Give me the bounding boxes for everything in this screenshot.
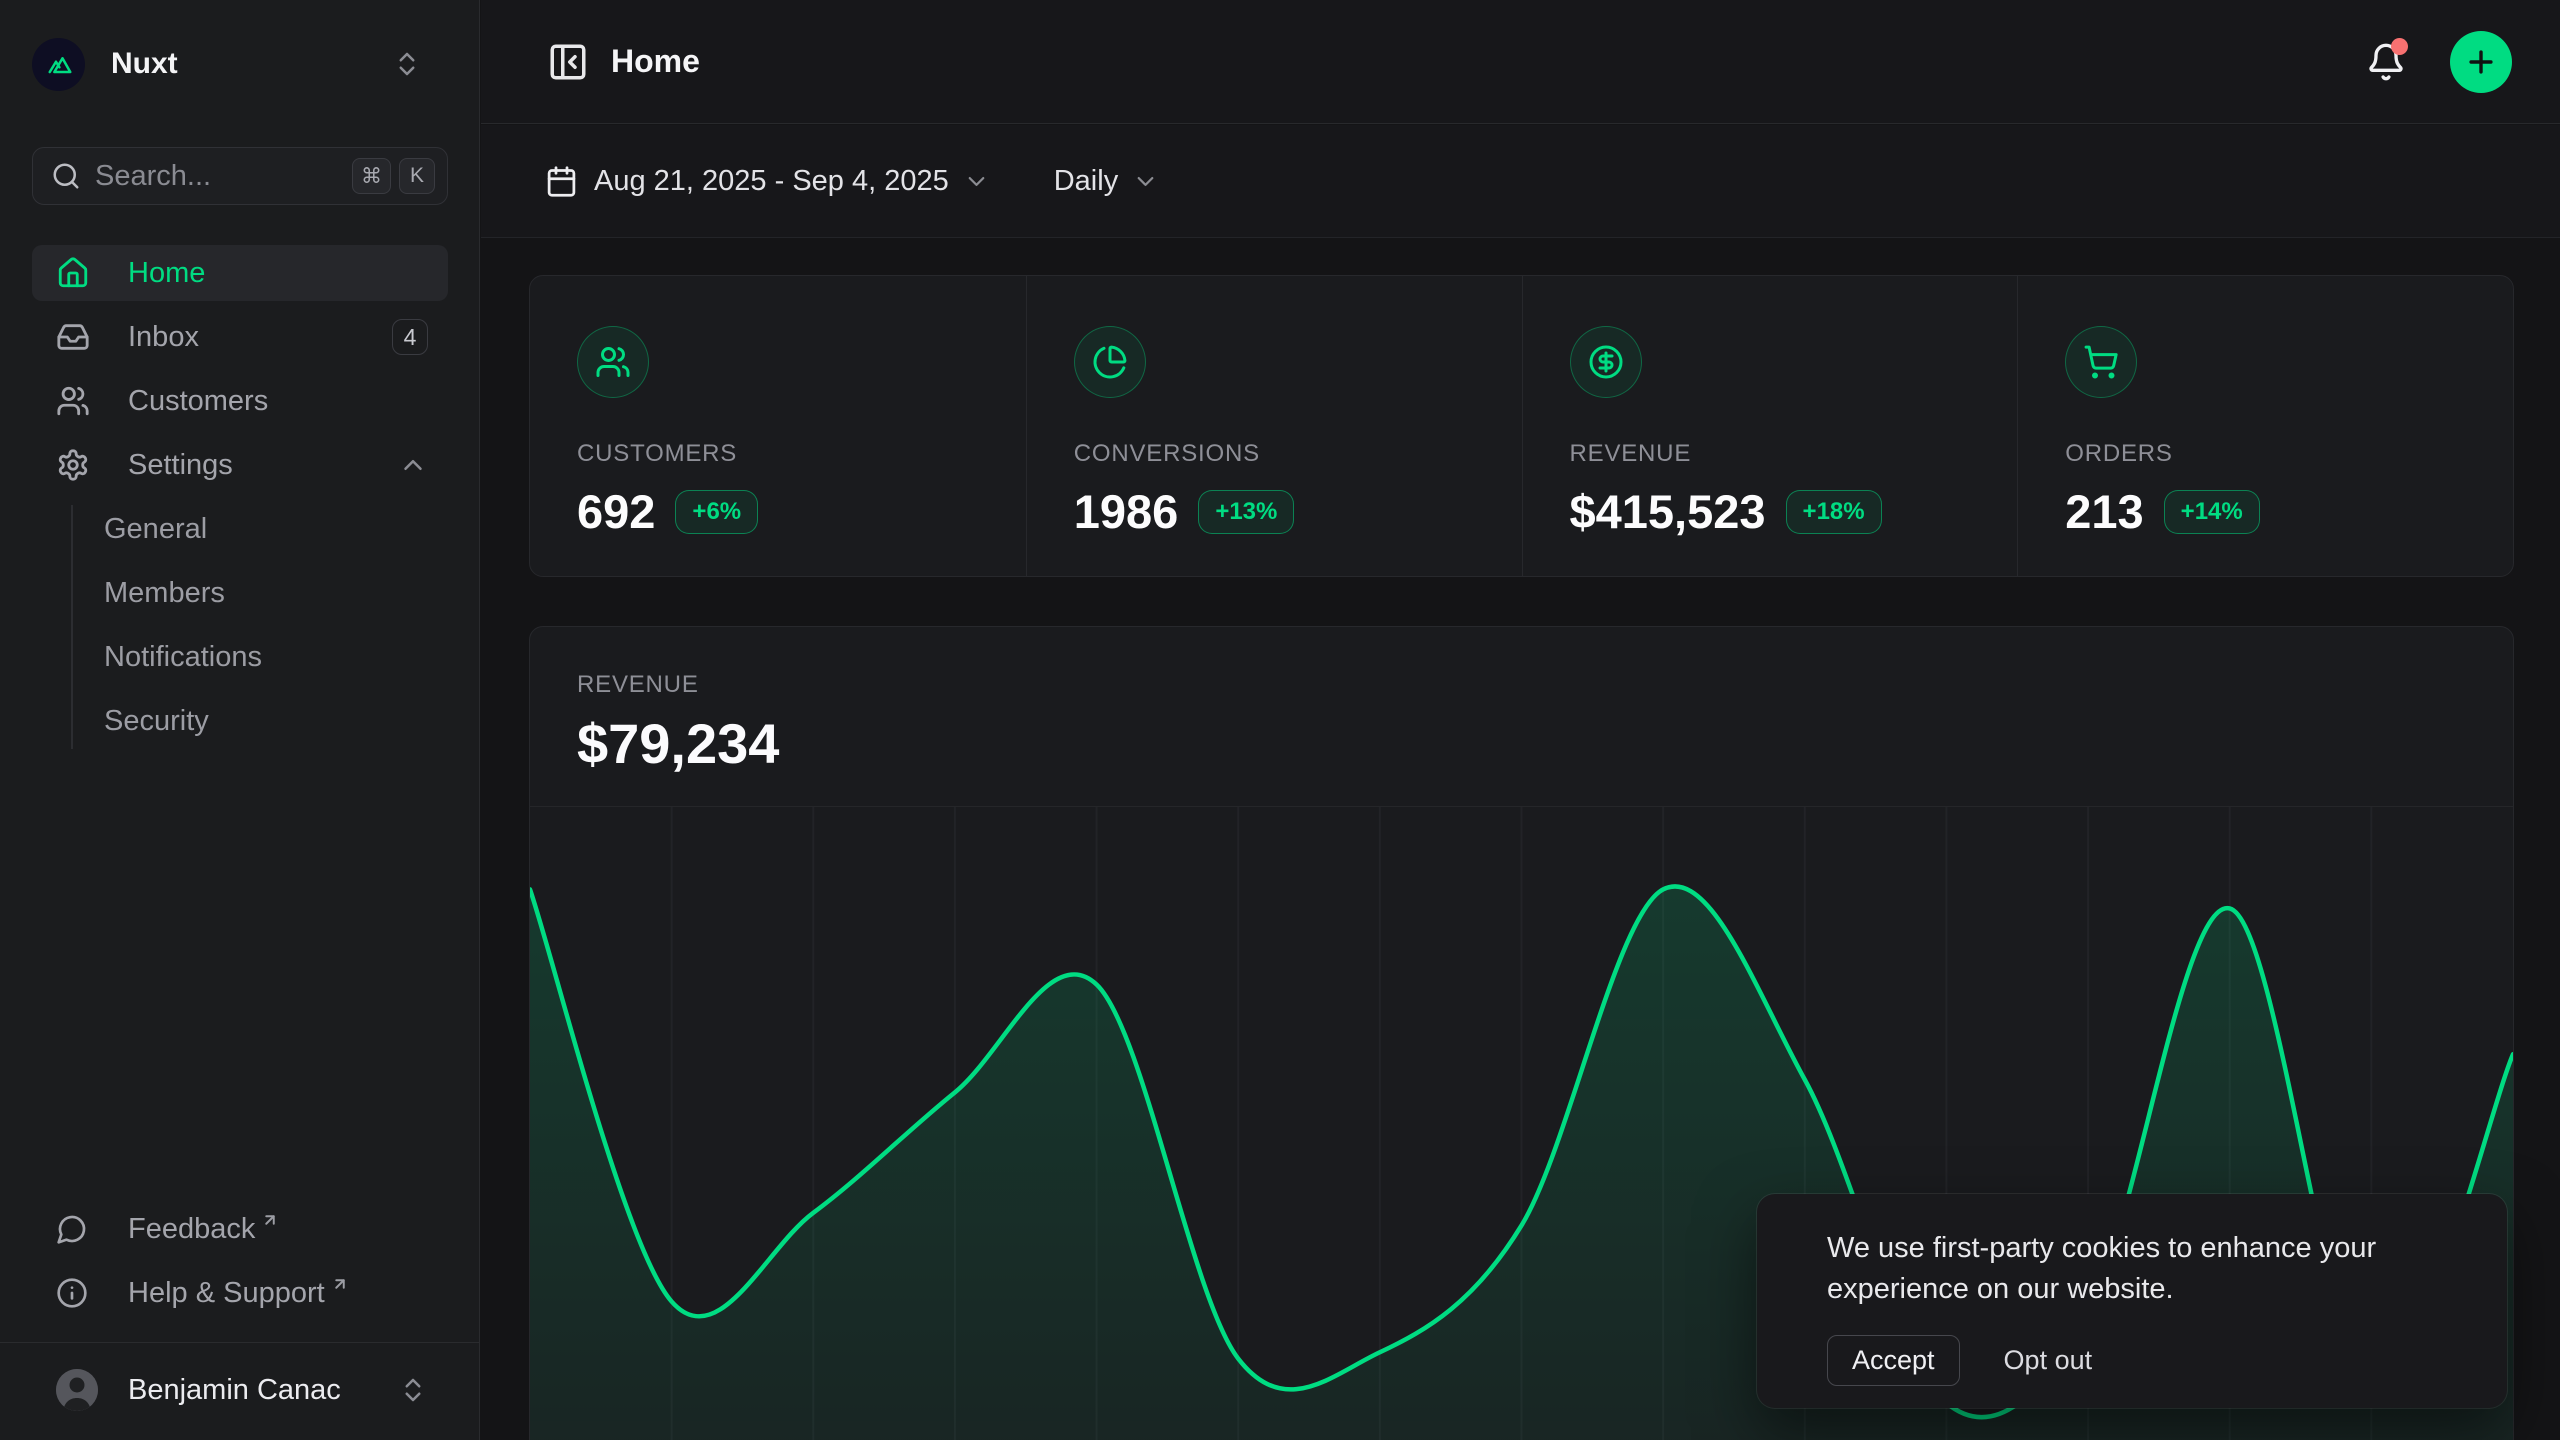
sub-item-label: Security — [104, 705, 209, 738]
house-icon — [56, 256, 90, 290]
sidebar-item-label: Inbox — [128, 321, 199, 354]
granularity-select[interactable]: Daily — [1054, 165, 1159, 198]
sidebar-item-home[interactable]: Home — [32, 245, 448, 301]
stat-delta-badge: +6% — [675, 490, 758, 534]
date-range-picker[interactable]: Aug 21, 2025 - Sep 4, 2025 — [545, 165, 990, 198]
granularity-label: Daily — [1054, 165, 1118, 198]
stat-label: CUSTOMERS — [577, 440, 986, 468]
chevrons-up-down-icon — [398, 1375, 428, 1405]
footer-link-label: Feedback — [128, 1213, 255, 1246]
pie-chart-icon — [1074, 326, 1146, 398]
user-menu[interactable]: Benjamin Canac — [32, 1362, 448, 1418]
nuxt-logo-icon — [32, 38, 85, 91]
inbox-count-badge: 4 — [392, 319, 428, 355]
search-shortcut: ⌘ K — [352, 158, 435, 194]
sidebar-item-inbox[interactable]: Inbox 4 — [32, 309, 448, 365]
page-title: Home — [611, 43, 700, 80]
kbd-k: K — [399, 158, 435, 194]
sidebar-item-label: Settings — [128, 449, 233, 482]
sidebar-item-help-support[interactable]: Help & Support — [32, 1265, 448, 1321]
sub-item-label: General — [104, 513, 207, 546]
chevron-down-icon — [963, 168, 990, 195]
sub-item-label: Members — [104, 577, 225, 610]
workspace-name: Nuxt — [111, 47, 178, 81]
message-bubble-icon — [56, 1213, 88, 1245]
sidebar-item-members[interactable]: Members — [104, 565, 448, 621]
stats-panel: CUSTOMERS 692 +6% CONVERSIONS — [529, 275, 2514, 577]
sidebar-item-settings[interactable]: Settings — [32, 437, 448, 493]
accept-cookies-button[interactable]: Accept — [1827, 1335, 1960, 1386]
notification-dot — [2391, 38, 2408, 55]
stat-card-orders: ORDERS 213 +14% — [2017, 276, 2513, 576]
stat-label: ORDERS — [2065, 440, 2473, 468]
stat-delta-badge: +13% — [1198, 490, 1294, 534]
calendar-icon — [545, 165, 578, 198]
cart-icon — [2065, 326, 2137, 398]
user-name: Benjamin Canac — [128, 1374, 341, 1407]
stat-value: $415,523 — [1570, 484, 1766, 539]
chevron-down-icon — [1132, 168, 1159, 195]
dollar-circle-icon — [1570, 326, 1642, 398]
app-root: Nuxt Search... ⌘ K Home — [0, 0, 2560, 1440]
gear-icon — [56, 448, 90, 482]
search-icon — [51, 161, 81, 191]
sidebar-item-label: Home — [128, 257, 205, 290]
users-icon — [577, 326, 649, 398]
stat-delta-badge: +14% — [2164, 490, 2260, 534]
date-range-label: Aug 21, 2025 - Sep 4, 2025 — [594, 165, 949, 198]
stat-card-customers: CUSTOMERS 692 +6% — [530, 276, 1026, 576]
sidebar-item-general[interactable]: General — [104, 501, 448, 557]
stat-delta-badge: +18% — [1786, 490, 1882, 534]
footer-link-label: Help & Support — [128, 1277, 325, 1310]
inbox-icon — [56, 320, 90, 354]
sidebar-divider — [0, 1342, 480, 1343]
cookie-banner: We use first-party cookies to enhance yo… — [1757, 1194, 2507, 1408]
search-input[interactable]: Search... ⌘ K — [32, 147, 448, 205]
sidebar-item-customers[interactable]: Customers — [32, 373, 448, 429]
revenue-chart-label: REVENUE — [577, 671, 2466, 699]
chevron-up-icon — [398, 450, 428, 480]
avatar — [56, 1369, 98, 1411]
info-circle-icon — [56, 1277, 88, 1309]
filters-toolbar: Aug 21, 2025 - Sep 4, 2025 Daily — [481, 125, 2560, 238]
stat-value: 1986 — [1074, 484, 1179, 539]
stat-card-revenue: REVENUE $415,523 +18% — [1522, 276, 2018, 576]
search-placeholder: Search... — [95, 160, 211, 193]
workspace-switcher[interactable]: Nuxt — [32, 36, 448, 92]
users-icon — [56, 384, 90, 418]
sidebar-item-label: Customers — [128, 385, 268, 418]
external-link-icon — [261, 1211, 279, 1229]
page-header: Home — [481, 0, 2560, 124]
chevrons-up-down-icon — [392, 49, 422, 79]
sidebar-item-feedback[interactable]: Feedback — [32, 1201, 448, 1257]
optout-cookies-button[interactable]: Opt out — [2004, 1345, 2093, 1376]
add-button[interactable] — [2450, 31, 2512, 93]
stat-label: REVENUE — [1570, 440, 1978, 468]
sidebar: Nuxt Search... ⌘ K Home — [0, 0, 480, 1440]
collapse-sidebar-button[interactable] — [545, 39, 591, 85]
stat-label: CONVERSIONS — [1074, 440, 1482, 468]
stat-card-conversions: CONVERSIONS 1986 +13% — [1026, 276, 1522, 576]
sub-item-label: Notifications — [104, 641, 262, 674]
notifications-button[interactable] — [2362, 38, 2410, 86]
sidebar-item-security[interactable]: Security — [104, 693, 448, 749]
sidebar-item-notifications[interactable]: Notifications — [104, 629, 448, 685]
stat-value: 213 — [2065, 484, 2143, 539]
revenue-chart-value: $79,234 — [577, 711, 2466, 776]
stat-value: 692 — [577, 484, 655, 539]
kbd-meta: ⌘ — [352, 158, 391, 194]
settings-tree-line — [71, 505, 73, 749]
cookie-message: We use first-party cookies to enhance yo… — [1827, 1228, 2437, 1310]
external-link-icon — [331, 1275, 349, 1293]
